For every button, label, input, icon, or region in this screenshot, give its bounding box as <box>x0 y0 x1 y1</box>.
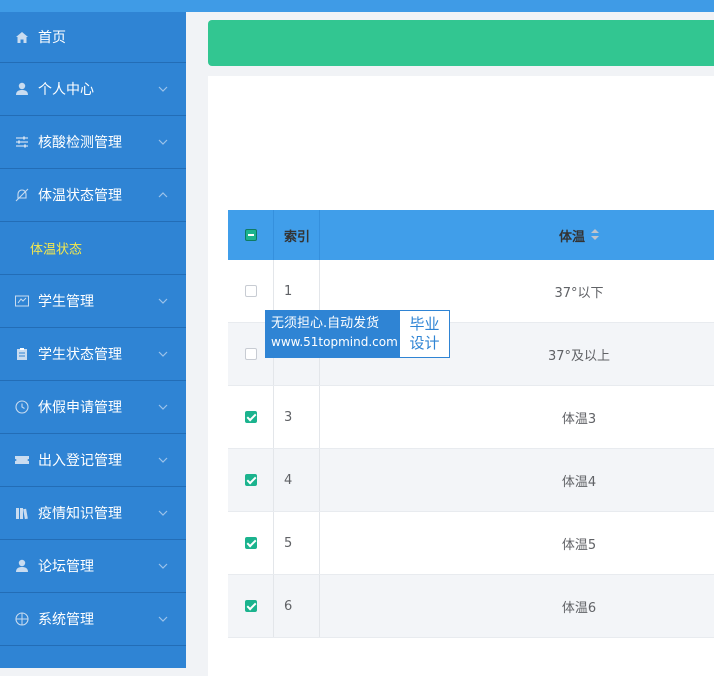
row-checkbox[interactable] <box>244 411 257 423</box>
home-icon <box>14 29 30 45</box>
sidebar-item-label: 休假申请管理 <box>38 400 122 416</box>
chevron-down-icon <box>158 404 168 410</box>
column-header-label: 索引 <box>284 229 311 245</box>
clock-icon <box>14 399 30 415</box>
row-temperature: 体温5 <box>561 537 597 553</box>
top-bar <box>0 0 714 12</box>
watermark-url: www.51topmind.com <box>271 335 398 349</box>
watermark-banner: 无须担心.自动发货 www.51topmind.com 毕业 设计 <box>265 310 450 358</box>
row-temperature: 37°以下 <box>554 285 604 301</box>
sidebar-item-label: 体温状态管理 <box>38 188 122 204</box>
sidebar-subitem-label: 体温状态 <box>30 242 83 258</box>
sidebar-item-students[interactable]: 学生管理 <box>0 275 186 328</box>
row-checkbox[interactable] <box>244 474 257 486</box>
sidebar-item-system[interactable]: 系统管理 <box>0 593 186 646</box>
chevron-down-icon <box>158 457 168 463</box>
row-temperature: 体温4 <box>561 474 597 490</box>
row-index: 6 <box>284 598 293 614</box>
table-row[interactable]: 5 体温5 <box>228 512 714 575</box>
watermark-text: 无须担心.自动发货 www.51topmind.com <box>266 311 400 357</box>
watermark-line1: 无须担心.自动发货 <box>271 316 380 331</box>
user-icon <box>14 558 30 574</box>
user-icon <box>14 81 30 97</box>
sidebar-item-personal-center[interactable]: 个人中心 <box>0 63 186 116</box>
row-temperature: 体温6 <box>561 600 597 616</box>
column-header-index: 索引 <box>274 210 320 260</box>
sidebar-item-label: 学生状态管理 <box>38 347 122 363</box>
sidebar-item-epidemic-knowledge[interactable]: 疫情知识管理 <box>0 487 186 540</box>
sidebar-item-entry-exit[interactable]: 出入登记管理 <box>0 434 186 487</box>
row-checkbox[interactable] <box>244 285 257 297</box>
sidebar: 首页 个人中心 核酸检测管理 体温状态管理 体温状态 学生管理 学生状态管理 休… <box>0 12 186 668</box>
ticket-icon <box>14 452 30 468</box>
row-temperature: 体温3 <box>561 411 597 427</box>
table-row[interactable]: 4 体温4 <box>228 449 714 512</box>
breadcrumb-bar <box>208 20 714 66</box>
clipboard-icon <box>14 346 30 362</box>
table-row[interactable]: 6 体温6 <box>228 575 714 638</box>
chevron-down-icon <box>158 86 168 92</box>
row-index: 4 <box>284 472 293 488</box>
watermark-badge-line2: 设计 <box>409 334 440 352</box>
watermark-badge: 毕业 设计 <box>400 311 449 357</box>
row-temperature: 37°及以上 <box>547 348 611 364</box>
sidebar-item-student-status[interactable]: 学生状态管理 <box>0 328 186 381</box>
chevron-down-icon <box>158 139 168 145</box>
table-header: 索引 体温 <box>228 210 714 260</box>
sidebar-item-label: 学生管理 <box>38 294 94 310</box>
sidebar-item-label: 论坛管理 <box>38 559 94 575</box>
row-checkbox[interactable] <box>244 600 257 612</box>
table-row[interactable]: 3 体温3 <box>228 386 714 449</box>
row-index: 3 <box>284 409 293 425</box>
sidebar-item-home[interactable]: 首页 <box>0 12 186 63</box>
book-icon <box>14 505 30 521</box>
row-checkbox[interactable] <box>244 348 257 360</box>
chevron-down-icon <box>158 616 168 622</box>
select-all-cell <box>228 210 274 260</box>
sidebar-item-nucleic-test[interactable]: 核酸检测管理 <box>0 116 186 169</box>
watermark-badge-line1: 毕业 <box>409 315 440 333</box>
column-header-temperature[interactable]: 体温 <box>320 210 714 260</box>
sidebar-item-temperature[interactable]: 体温状态管理 <box>0 169 186 222</box>
id-card-icon <box>14 293 30 309</box>
sidebar-item-leave[interactable]: 休假申请管理 <box>0 381 186 434</box>
sidebar-subitem-temperature-status[interactable]: 体温状态 <box>0 222 186 275</box>
sidebar-item-label: 核酸检测管理 <box>38 135 122 151</box>
sidebar-item-label: 首页 <box>38 30 66 46</box>
select-all-checkbox[interactable] <box>244 229 257 241</box>
sidebar-item-label: 疫情知识管理 <box>38 506 122 522</box>
bell-off-icon <box>14 187 30 203</box>
sliders-icon <box>14 134 30 150</box>
row-index: 5 <box>284 535 293 551</box>
chevron-down-icon <box>158 298 168 304</box>
chevron-down-icon <box>158 510 168 516</box>
column-header-label: 体温 <box>558 229 585 245</box>
row-index: 1 <box>284 283 293 299</box>
sidebar-item-forum[interactable]: 论坛管理 <box>0 540 186 593</box>
chevron-up-icon <box>158 192 168 198</box>
sidebar-item-label: 系统管理 <box>38 612 94 628</box>
globe-icon <box>14 611 30 627</box>
temperature-table: 索引 体温 1 37°以下 2 37°及以上 3 体温3 4 体温4 5 体温5… <box>228 210 714 638</box>
chevron-down-icon <box>158 563 168 569</box>
row-checkbox[interactable] <box>244 537 257 549</box>
sidebar-item-label: 个人中心 <box>38 82 94 98</box>
chevron-down-icon <box>158 351 168 357</box>
sidebar-item-label: 出入登记管理 <box>38 453 122 469</box>
sort-icon[interactable] <box>591 229 599 241</box>
